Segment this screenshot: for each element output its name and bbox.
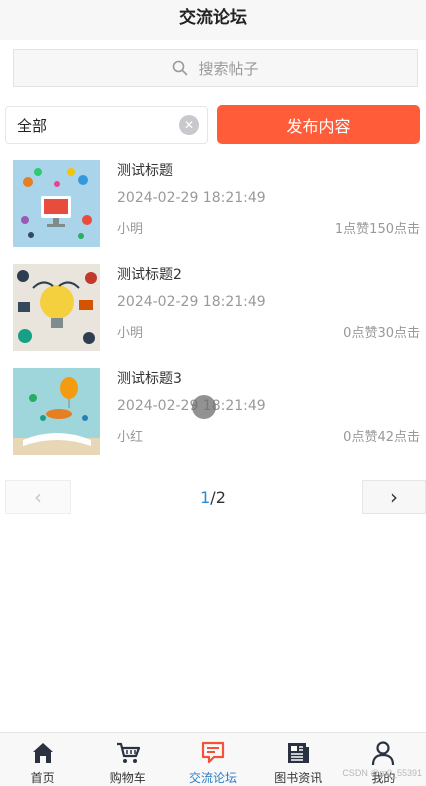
tab-cart[interactable]: 购物车 — [85, 733, 170, 786]
post-stats: 0点赞42点击 — [343, 430, 420, 445]
tab-label: 图书资讯 — [274, 771, 323, 785]
tab-forum[interactable]: 交流论坛 — [170, 733, 255, 786]
post-author: 小明 — [117, 326, 144, 341]
watermark: CSDN @m0_55391 — [342, 768, 422, 778]
current-page: 1 — [200, 488, 211, 507]
next-page-button[interactable]: › — [362, 480, 426, 514]
tab-label: 交流论坛 — [189, 771, 238, 785]
cart-icon — [116, 742, 140, 763]
tab-label: 首页 — [30, 771, 55, 785]
post-item[interactable]: 测试标题2 2024-02-29 18:21:49 小明 0点赞30点击 — [0, 264, 426, 354]
news-icon — [288, 743, 310, 763]
post-item[interactable]: 测试标题 2024-02-29 18:21:49 小明 1点赞150点击 — [0, 160, 426, 250]
post-stats: 0点赞30点击 — [343, 326, 420, 341]
category-filter[interactable]: 全部 ✕ — [5, 106, 208, 144]
clear-icon[interactable]: ✕ — [179, 115, 199, 135]
page-title: 交流论坛 — [0, 0, 426, 40]
touch-indicator — [192, 395, 216, 419]
pagination: ‹ 1/2 › — [0, 480, 426, 516]
post-thumbnail — [13, 264, 100, 351]
post-title: 测试标题 — [117, 163, 173, 179]
user-icon — [372, 741, 395, 766]
tab-label: 购物车 — [109, 771, 146, 785]
search-icon — [173, 60, 188, 76]
chevron-right-icon: › — [390, 485, 398, 509]
post-time: 2024-02-29 18:21:49 — [117, 294, 266, 310]
forum-icon — [201, 741, 225, 764]
tab-news[interactable]: 图书资讯 — [256, 733, 341, 786]
total-pages: /2 — [210, 488, 226, 507]
tab-home[interactable]: 首页 — [0, 733, 85, 786]
publish-button[interactable]: 发布内容 — [217, 105, 420, 144]
search-placeholder: 搜索帖子 — [198, 59, 259, 78]
search-input[interactable]: 搜索帖子 — [13, 49, 418, 87]
post-title: 测试标题2 — [117, 267, 182, 283]
post-author: 小红 — [117, 430, 144, 445]
post-title: 测试标题3 — [117, 371, 182, 387]
post-stats: 1点赞150点击 — [334, 222, 420, 237]
filter-value: 全部 — [17, 116, 48, 135]
home-icon — [32, 743, 53, 763]
post-author: 小明 — [117, 222, 144, 237]
post-thumbnail — [13, 368, 100, 455]
tab-profile[interactable]: 我的 — [341, 733, 426, 786]
post-thumbnail — [13, 160, 100, 247]
post-time: 2024-02-29 18:21:49 — [117, 190, 266, 206]
